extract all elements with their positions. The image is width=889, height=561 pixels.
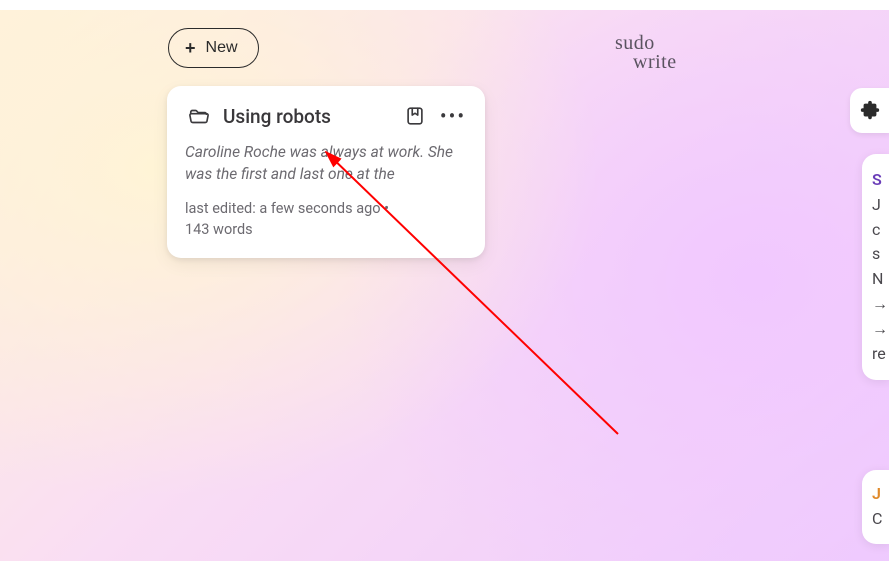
bookmark-icon[interactable] [401, 102, 429, 130]
card-header: Using robots ••• [185, 102, 467, 130]
folder-icon [185, 102, 213, 130]
meta-bullet: • [381, 200, 390, 217]
document-title: Using robots [223, 105, 391, 128]
app-canvas: + New sudo write Using robots ••• [0, 0, 889, 561]
side1-line8: re [872, 342, 884, 367]
document-card[interactable]: Using robots ••• Caroline Roche was alwa… [167, 86, 485, 258]
side-plugin-button[interactable] [850, 88, 889, 133]
annotation-arrow [0, 0, 889, 561]
side1-line4: s [872, 242, 884, 267]
side1-line6: → [872, 292, 884, 317]
puzzle-icon [859, 100, 881, 122]
side1-line1: S [872, 168, 884, 193]
meta-word-count: 143 words [185, 221, 253, 238]
more-menu-button[interactable]: ••• [439, 102, 467, 130]
plus-icon: + [185, 39, 196, 57]
top-white-bar [0, 0, 889, 10]
new-button-label: New [206, 39, 238, 57]
meta-last-edited-prefix: last edited: [185, 200, 259, 217]
new-button[interactable]: + New [168, 28, 259, 68]
meta-last-edited-value: a few seconds ago [259, 200, 380, 217]
logo-line-2: write [633, 53, 677, 72]
side2-line2: C [872, 507, 884, 532]
side1-line2: J [872, 193, 884, 218]
side1-line7: → [872, 317, 884, 342]
app-logo: sudo write [615, 34, 677, 72]
side-panel-preview-1[interactable]: S J c s N → → re [862, 154, 889, 380]
side2-line1: J [872, 482, 884, 507]
side1-line5: N [872, 267, 884, 292]
side1-line3: c [872, 218, 884, 243]
document-excerpt: Caroline Roche was always at work. She w… [185, 142, 467, 185]
side-panel-preview-2[interactable]: J C [862, 470, 889, 544]
document-meta: last edited: a few seconds ago • 143 wor… [185, 199, 467, 240]
